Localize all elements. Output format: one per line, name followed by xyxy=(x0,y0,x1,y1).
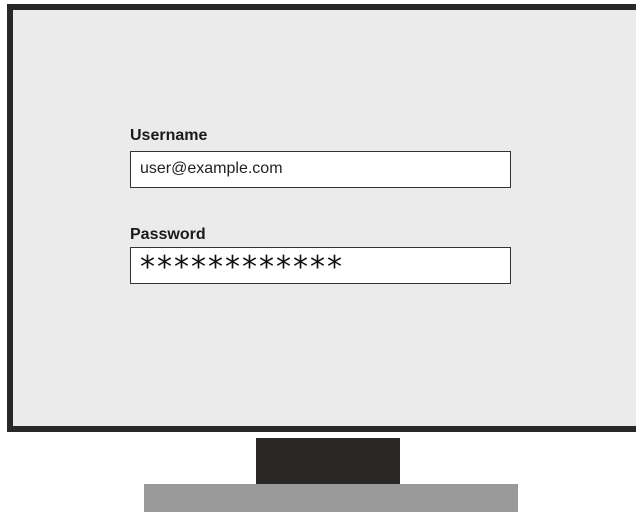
username-label: Username xyxy=(130,127,208,144)
monitor-screen: Username user@example.com Password *****… xyxy=(7,4,636,432)
monitor-stand-base xyxy=(144,484,518,512)
username-value: user@example.com xyxy=(140,160,283,177)
password-label: Password xyxy=(130,226,206,243)
password-masked-value: ************ xyxy=(140,250,344,285)
username-field[interactable]: user@example.com xyxy=(130,151,511,188)
monitor-stand-neck xyxy=(256,438,400,484)
password-field[interactable]: ************ xyxy=(130,247,511,284)
